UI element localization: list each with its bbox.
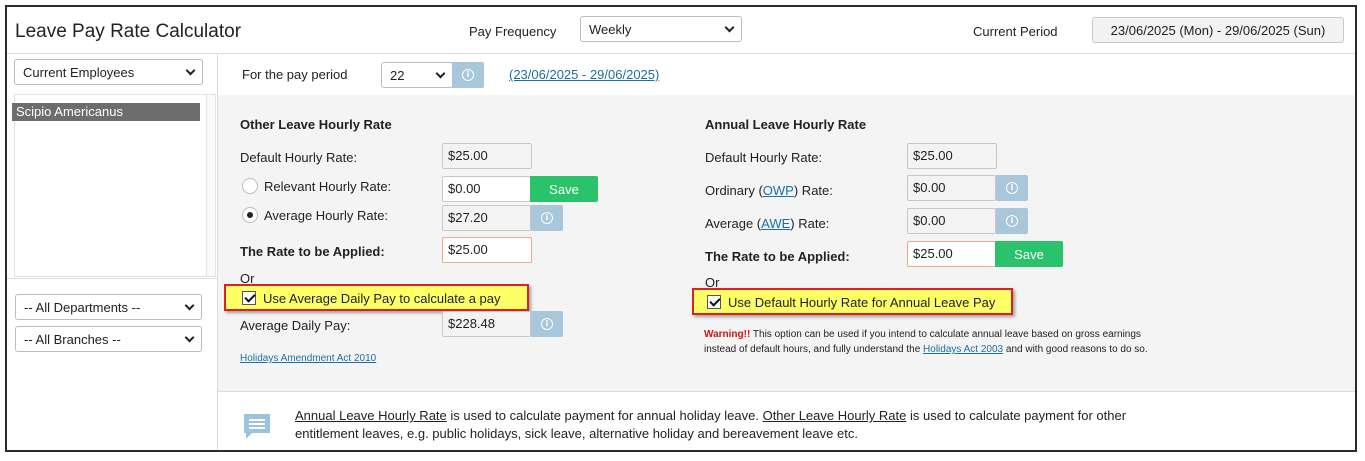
pay-period-number: 22: [390, 67, 405, 83]
other-leave-rate-term: Other Leave Hourly Rate: [762, 408, 907, 423]
relevant-rate-radio[interactable]: [242, 178, 258, 194]
info-icon: i: [1006, 215, 1018, 227]
average-awe-prefix: Average (: [705, 216, 762, 231]
chevron-down-icon: [435, 68, 446, 78]
awe-link[interactable]: AWE: [761, 216, 790, 231]
other-default-rate-field: $25.00: [442, 143, 532, 169]
ordinary-rate-suffix: ) Rate:: [793, 183, 833, 198]
average-rate-radio[interactable]: [242, 207, 258, 223]
average-awe-info-button[interactable]: i: [996, 208, 1028, 234]
warning-title: Warning!!: [704, 329, 751, 340]
info-icon: i: [462, 69, 474, 81]
other-leave-title: Other Leave Hourly Rate: [240, 117, 392, 132]
default-rate-annual-checkbox[interactable]: [707, 295, 721, 309]
ordinary-rate-label: Ordinary (OWP) Rate:: [705, 183, 833, 198]
employee-filter-select[interactable]: Current Employees: [14, 59, 203, 85]
list-item[interactable]: Scipio Americanus: [12, 103, 200, 121]
annual-warning-text: Warning!! This option can be used if you…: [704, 327, 1164, 357]
pay-frequency-value: Weekly: [589, 21, 632, 37]
chevron-down-icon: [184, 332, 195, 342]
page-title: Leave Pay Rate Calculator: [15, 21, 242, 42]
warning-text-2: and with good reasons to do so.: [1003, 344, 1148, 355]
app-window: Leave Pay Rate Calculator Pay Frequency …: [5, 5, 1357, 452]
average-daily-pay-checkbox-label: Use Average Daily Pay to calculate a pay: [263, 291, 501, 306]
other-save-button[interactable]: Save: [530, 176, 598, 202]
message-icon: [244, 414, 270, 439]
annual-leave-rate-term: Annual Leave Hourly Rate: [295, 408, 447, 423]
average-awe-suffix: ) Rate:: [790, 216, 830, 231]
current-period-label: Current Period: [973, 24, 1058, 39]
average-daily-pay-checkbox[interactable]: [242, 291, 256, 305]
holidays-amendment-act-link[interactable]: Holidays Amendment Act 2010: [240, 353, 376, 364]
average-rate-field: $27.20: [442, 205, 531, 231]
annual-applied-label: The Rate to be Applied:: [705, 249, 850, 264]
employee-list: [14, 94, 214, 277]
ordinary-rate-field: $0.00: [907, 175, 996, 201]
annual-default-label: Default Hourly Rate:: [705, 150, 823, 165]
note-divider: [218, 391, 1355, 392]
info-icon: i: [541, 318, 553, 330]
chevron-down-icon: [185, 65, 196, 75]
average-rate-info-button[interactable]: i: [531, 205, 563, 231]
employee-list-scrollbar[interactable]: [206, 94, 216, 277]
note-text-1: is used to calculate payment for annual …: [446, 408, 763, 423]
employee-filter-value: Current Employees: [23, 64, 135, 80]
other-default-label: Default Hourly Rate:: [240, 150, 358, 165]
average-daily-pay-info-button[interactable]: i: [531, 311, 563, 337]
average-daily-pay-field: $228.48: [442, 311, 531, 337]
relevant-rate-label: Relevant Hourly Rate:: [264, 179, 392, 194]
owp-link[interactable]: OWP: [763, 183, 794, 198]
other-applied-label: The Rate to be Applied:: [240, 244, 385, 259]
info-icon: i: [1006, 182, 1018, 194]
average-daily-pay-label: Average Daily Pay:: [240, 318, 351, 333]
annual-applied-rate-input[interactable]: $25.00: [907, 241, 996, 267]
pay-frequency-label: Pay Frequency: [469, 24, 557, 39]
average-awe-label: Average (AWE) Rate:: [705, 216, 829, 231]
average-rate-label: Average Hourly Rate:: [264, 208, 389, 223]
annual-leave-title: Annual Leave Hourly Rate: [705, 117, 867, 132]
info-icon: i: [541, 212, 553, 224]
default-rate-annual-checkbox-label: Use Default Hourly Rate for Annual Leave…: [728, 295, 996, 310]
holidays-act-2003-link[interactable]: Holidays Act 2003: [923, 344, 1003, 355]
ordinary-rate-prefix: Ordinary (: [705, 183, 763, 198]
department-filter-select[interactable]: -- All Departments --: [15, 294, 202, 320]
relevant-rate-input[interactable]: $0.00: [442, 176, 531, 202]
annual-save-button[interactable]: Save: [995, 241, 1063, 267]
current-period-value: 23/06/2025 (Mon) - 29/06/2025 (Sun): [1092, 17, 1344, 43]
chevron-down-icon: [184, 300, 195, 310]
rate-explanation-note: Annual Leave Hourly Rate is used to calc…: [295, 407, 1175, 443]
branch-filter-select[interactable]: -- All Branches --: [15, 326, 202, 352]
pay-period-label: For the pay period: [242, 67, 348, 82]
other-applied-rate-field[interactable]: $25.00: [442, 237, 532, 263]
chevron-down-icon: [724, 22, 735, 32]
header-divider: [7, 53, 1355, 54]
department-filter-value: -- All Departments --: [24, 299, 141, 315]
average-awe-field: $0.00: [907, 208, 996, 234]
pay-period-info-button[interactable]: i: [452, 62, 484, 88]
branch-filter-value: -- All Branches --: [24, 331, 121, 347]
sidebar-divider: [7, 278, 218, 279]
ordinary-rate-info-button[interactable]: i: [996, 175, 1028, 201]
pay-frequency-select[interactable]: Weekly: [580, 16, 742, 42]
pay-period-range-link[interactable]: (23/06/2025 - 29/06/2025): [509, 67, 659, 82]
annual-default-rate-field: $25.00: [907, 143, 997, 169]
pay-period-select[interactable]: 22: [381, 62, 453, 88]
